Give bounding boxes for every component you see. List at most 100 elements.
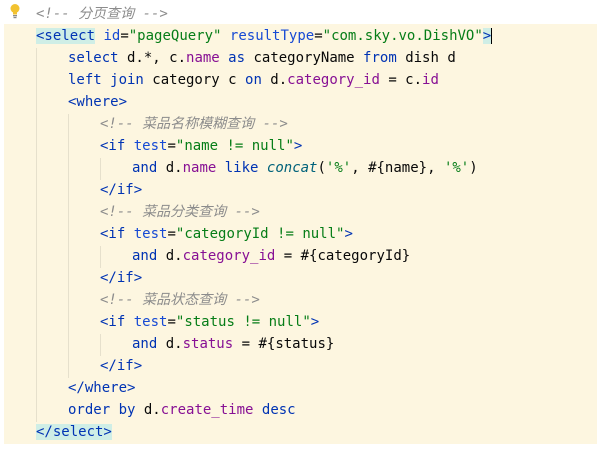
code-line[interactable]: <select id="pageQuery" resultType="com.s… bbox=[36, 25, 493, 47]
indent-guide bbox=[100, 334, 101, 356]
code-token: = bbox=[314, 28, 323, 44]
code-token: > bbox=[293, 138, 303, 154]
code-line[interactable]: </where> bbox=[68, 377, 135, 399]
code-line[interactable]: <!-- 菜品名称模糊查询 --> bbox=[100, 113, 288, 135]
code-line[interactable]: and d.name like concat('%', #{name}, '%'… bbox=[132, 157, 478, 179]
code-token: <where> bbox=[68, 94, 128, 110]
code-token: id bbox=[422, 72, 439, 88]
code-editor[interactable]: <!-- 分页查询 --> <select id="pageQuery" resu… bbox=[0, 0, 597, 454]
code-token: desc bbox=[261, 402, 296, 418]
code-token: category c bbox=[143, 72, 246, 88]
lightbulb-icon[interactable] bbox=[9, 3, 21, 19]
code-token: <if bbox=[100, 226, 126, 242]
code-token: category_id bbox=[182, 248, 276, 264]
code-token: resultType bbox=[229, 28, 315, 44]
code-line[interactable]: </if> bbox=[100, 267, 142, 289]
code-token: and bbox=[132, 248, 158, 264]
code-token: , #{name}, bbox=[351, 160, 444, 176]
code-token: "com.sky.vo.DishVO" bbox=[322, 28, 483, 44]
code-line[interactable]: <where> bbox=[68, 91, 127, 113]
code-line[interactable]: and d.category_id = #{categoryId} bbox=[132, 245, 410, 267]
code-token: "categoryId != null" bbox=[175, 226, 345, 242]
text-caret bbox=[491, 28, 493, 44]
indent-guide bbox=[100, 246, 101, 268]
code-token: <select bbox=[36, 28, 96, 44]
code-token: id bbox=[103, 28, 121, 44]
code-token: order by bbox=[68, 402, 136, 418]
code-line[interactable]: <!-- 菜品状态查询 --> bbox=[100, 289, 260, 311]
code-token: '%' bbox=[325, 160, 352, 176]
code-token: d. bbox=[157, 160, 183, 176]
code-token: d.*, c. bbox=[118, 50, 187, 66]
code-token: from bbox=[363, 50, 397, 66]
code-line[interactable]: </if> bbox=[100, 355, 142, 377]
code-token: ) bbox=[469, 160, 478, 176]
code-token: = bbox=[167, 314, 176, 330]
code-token: <!-- 菜品状态查询 --> bbox=[100, 292, 260, 308]
code-token: d. bbox=[157, 336, 183, 352]
code-token: status bbox=[182, 336, 234, 352]
code-line[interactable]: and d.status = #{status} bbox=[132, 333, 334, 355]
code-token: > bbox=[310, 314, 320, 330]
code-token: </if> bbox=[100, 358, 143, 374]
code-token: and bbox=[132, 160, 158, 176]
code-line[interactable]: </select> bbox=[36, 421, 112, 443]
code-token: create_time bbox=[160, 402, 254, 418]
code-line[interactable]: select d.*, c.name as categoryName from … bbox=[68, 47, 456, 69]
code-line[interactable]: <if test="status != null"> bbox=[100, 311, 319, 333]
code-token: "pageQuery" bbox=[128, 28, 222, 44]
code-token: '%' bbox=[443, 160, 470, 176]
code-token: test bbox=[133, 226, 168, 242]
code-token: left join bbox=[68, 72, 144, 88]
code-token: categoryName bbox=[245, 50, 364, 66]
code-token: d. bbox=[157, 248, 183, 264]
code-token: test bbox=[133, 138, 168, 154]
code-token: > bbox=[482, 28, 492, 44]
code-token: d. bbox=[135, 402, 161, 418]
code-token: "name != null" bbox=[175, 138, 294, 154]
code-token: name bbox=[186, 50, 220, 66]
code-line[interactable]: <!-- 菜品分类查询 --> bbox=[100, 201, 260, 223]
code-line[interactable]: <if test="name != null"> bbox=[100, 135, 302, 157]
code-token: dish d bbox=[396, 50, 456, 66]
code-token: = #{categoryId} bbox=[275, 248, 411, 264]
code-token: > bbox=[344, 226, 353, 242]
indent-guide bbox=[68, 114, 69, 378]
code-line[interactable]: <if test="categoryId != null"> bbox=[100, 223, 353, 245]
code-token: ( bbox=[317, 160, 326, 176]
code-token: = #{status} bbox=[233, 336, 335, 352]
code-token: like bbox=[224, 160, 259, 176]
code-token: <!-- 菜品名称模糊查询 --> bbox=[100, 116, 288, 132]
code-token: d. bbox=[261, 72, 288, 88]
code-line[interactable]: <!-- 分页查询 --> bbox=[36, 3, 168, 25]
code-token: as bbox=[228, 50, 246, 66]
code-token: test bbox=[133, 314, 168, 330]
code-token: concat bbox=[266, 160, 318, 176]
code-line[interactable]: left join category c on d.category_id = … bbox=[68, 69, 439, 91]
code-line[interactable]: </if> bbox=[100, 179, 142, 201]
code-token: <!-- 菜品分类查询 --> bbox=[100, 204, 260, 220]
code-token: on bbox=[245, 72, 262, 88]
code-token: <!-- 分页查询 --> bbox=[36, 6, 168, 22]
code-token: = bbox=[167, 226, 176, 242]
code-token: <if bbox=[100, 314, 126, 330]
code-token: = bbox=[167, 138, 176, 154]
code-token: = c. bbox=[379, 72, 423, 88]
code-token: </if> bbox=[100, 182, 143, 198]
code-token: name bbox=[182, 160, 217, 176]
code-token: "status != null" bbox=[175, 314, 311, 330]
code-token: = bbox=[120, 28, 129, 44]
indent-guide bbox=[100, 158, 101, 180]
code-line[interactable]: order by d.create_time desc bbox=[68, 399, 296, 421]
code-token: <if bbox=[100, 138, 126, 154]
code-token: </if> bbox=[100, 270, 143, 286]
indent-guide bbox=[36, 48, 37, 422]
